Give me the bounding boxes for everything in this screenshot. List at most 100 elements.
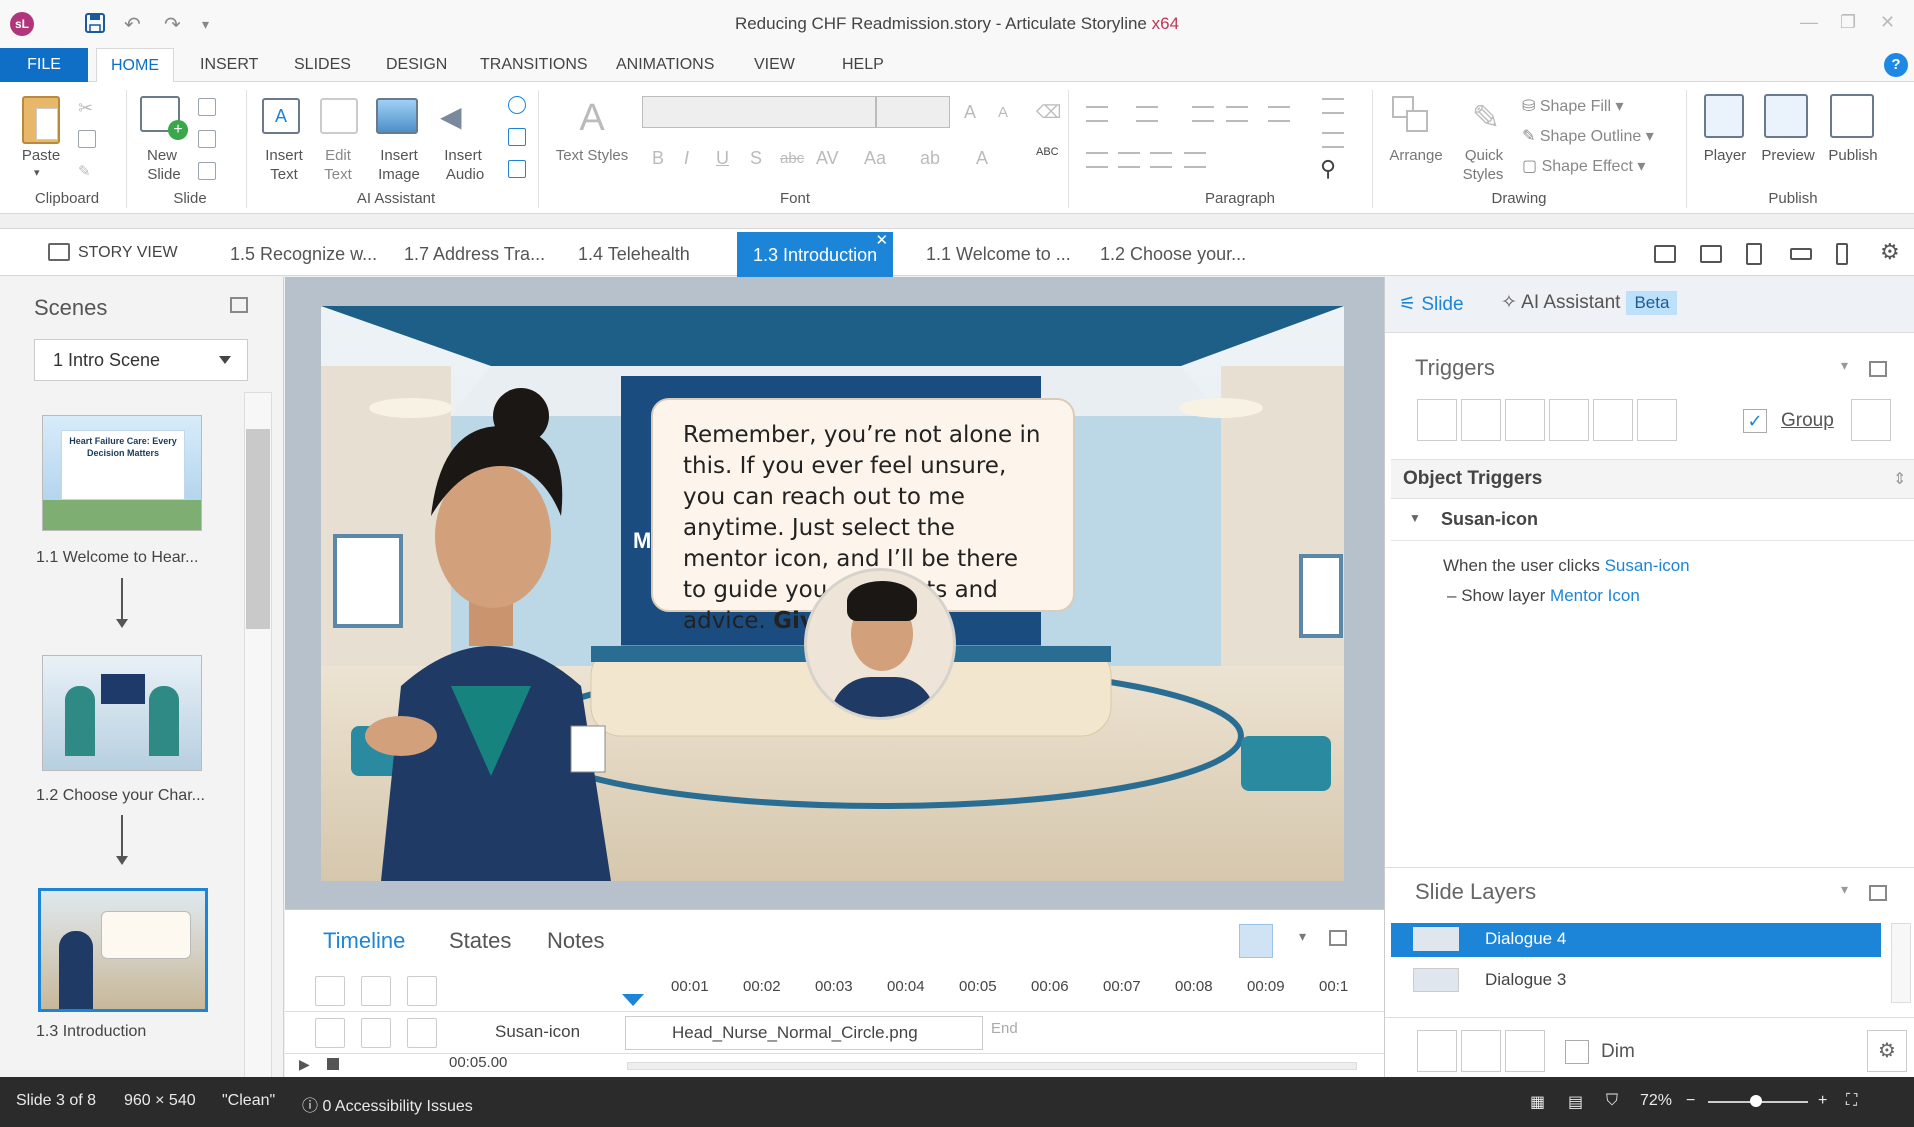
trigger-layer-link[interactable]: Mentor Icon xyxy=(1550,586,1640,605)
duplicate-slide-icon[interactable] xyxy=(198,130,216,148)
expand-icon[interactable]: ▼ xyxy=(1409,511,1421,525)
collapse-icon[interactable]: ⇕ xyxy=(1893,469,1906,489)
trigger-object-row[interactable]: ▼ Susan-icon xyxy=(1391,501,1914,541)
spellcheck-icon[interactable]: ABC xyxy=(1036,146,1059,158)
phone-landscape-icon[interactable] xyxy=(1790,248,1812,260)
tab-view[interactable]: VIEW xyxy=(740,48,809,82)
close-tab-icon[interactable]: ✕ xyxy=(876,232,889,250)
tablet-landscape-icon[interactable] xyxy=(1700,245,1722,263)
cut-icon[interactable]: ✂ xyxy=(78,98,96,118)
trigger-action[interactable]: – Show layer Mentor Icon xyxy=(1447,586,1640,606)
highlight-icon[interactable]: ab xyxy=(920,148,940,169)
tab-transitions[interactable]: TRANSITIONS xyxy=(466,48,602,82)
timeline-media-bar[interactable]: Head_Nurse_Normal_Circle.png xyxy=(625,1016,983,1050)
move-trigger-button[interactable] xyxy=(1637,399,1677,441)
variables-button[interactable] xyxy=(1851,399,1891,441)
tab-file[interactable]: FILE xyxy=(0,48,88,82)
tab-ai-assistant[interactable]: ✧ AI Assistant Beta xyxy=(1501,291,1678,315)
accessibility-status[interactable]: ⓘ 0 Accessibility Issues xyxy=(302,1092,473,1116)
chevron-down-icon[interactable]: ▾ xyxy=(1299,928,1306,945)
format-painter-icon[interactable]: ✎ xyxy=(78,162,96,180)
char-spacing-icon[interactable]: AV xyxy=(816,148,839,169)
italic-icon[interactable]: I xyxy=(684,148,689,169)
shadow-icon[interactable]: S xyxy=(750,148,762,169)
font-color-icon[interactable]: A xyxy=(976,148,988,169)
line-spacing-icon[interactable] xyxy=(1268,106,1290,122)
ai-align-icon[interactable] xyxy=(508,160,526,178)
figure-icon[interactable] xyxy=(407,976,437,1006)
timeline-align-icon[interactable] xyxy=(1239,924,1273,958)
tab-insert[interactable]: INSERT xyxy=(186,48,272,82)
tab-notes[interactable]: Notes xyxy=(547,928,604,954)
reuse-slide-icon[interactable] xyxy=(198,162,216,180)
desktop-view-icon[interactable] xyxy=(1654,245,1676,263)
undo-icon[interactable]: ↶ xyxy=(124,12,141,37)
change-case-icon[interactable]: Aa xyxy=(864,148,886,169)
zoom-slider-thumb[interactable] xyxy=(1750,1095,1762,1107)
duplicate-layer-button[interactable] xyxy=(1461,1030,1501,1072)
slide-tab[interactable]: 1.5 Recognize w... xyxy=(230,229,377,277)
maximize-icon[interactable]: ❐ xyxy=(1840,12,1856,33)
justify-icon[interactable] xyxy=(1184,152,1206,168)
underline-icon[interactable]: U xyxy=(716,148,729,169)
redo-icon[interactable]: ↷ xyxy=(164,12,181,37)
layer-row-selected[interactable]: Dialogue 4 xyxy=(1391,923,1881,957)
shape-effect-button[interactable]: ▢ Shape Effect ▾ xyxy=(1522,156,1645,176)
presenter-icon[interactable]: ⛉ xyxy=(1606,1092,1618,1110)
tab-slide-properties[interactable]: ⚟ Slide xyxy=(1399,293,1464,316)
new-layer-button[interactable] xyxy=(1417,1030,1457,1072)
ai-assistant-icon[interactable] xyxy=(508,96,526,114)
decrease-indent-icon[interactable] xyxy=(1192,106,1214,122)
slide-tab-active[interactable]: 1.3 Introduction ✕ xyxy=(737,232,894,277)
panel-undock-icon[interactable] xyxy=(1869,361,1887,377)
new-trigger-button[interactable] xyxy=(1417,399,1457,441)
layers-scrollbar[interactable] xyxy=(1891,923,1911,1003)
gear-icon[interactable]: ⚙ xyxy=(1867,1030,1907,1072)
help-icon[interactable]: ? xyxy=(1884,53,1908,77)
layout-icon[interactable] xyxy=(198,98,216,116)
dim-checkbox[interactable] xyxy=(1565,1040,1589,1064)
customize-qat-icon[interactable]: ▾ xyxy=(202,16,209,33)
zoom-slider[interactable] xyxy=(1708,1095,1808,1107)
susan-mentor-icon[interactable] xyxy=(804,568,956,720)
eye-icon[interactable] xyxy=(315,1018,345,1048)
copy-icon[interactable] xyxy=(78,130,96,148)
chevron-down-icon[interactable]: ▾ xyxy=(1841,881,1848,898)
numbering-icon[interactable] xyxy=(1136,106,1158,122)
tab-timeline[interactable]: Timeline xyxy=(323,928,405,954)
font-size-select[interactable] xyxy=(876,96,950,128)
fit-to-window-icon[interactable]: ⛶ xyxy=(1846,1092,1857,1110)
find-icon[interactable]: ⚲ xyxy=(1320,156,1336,182)
slide-view-icon[interactable]: ▤ xyxy=(1568,1092,1583,1112)
tab-states[interactable]: States xyxy=(449,928,511,954)
tablet-portrait-icon[interactable] xyxy=(1746,243,1762,265)
save-icon[interactable] xyxy=(84,12,106,40)
timeline-hscrollbar[interactable] xyxy=(627,1062,1357,1070)
chevron-down-icon[interactable]: ▾ xyxy=(1841,357,1848,374)
scene-select[interactable]: 1 Intro Scene xyxy=(34,339,248,381)
delete-layer-button[interactable] xyxy=(1505,1030,1545,1072)
zoom-out-icon[interactable]: − xyxy=(1686,1092,1695,1110)
slide-tab[interactable]: 1.4 Telehealth xyxy=(578,229,690,277)
tab-help[interactable]: HELP xyxy=(828,48,898,82)
slide-tab[interactable]: 1.1 Welcome to ... xyxy=(926,229,1071,277)
paste-dropdown-icon[interactable]: ▾ xyxy=(34,164,40,183)
delete-trigger-button[interactable] xyxy=(1593,399,1633,441)
panel-undock-icon[interactable] xyxy=(1869,885,1887,901)
slide-tab[interactable]: 1.7 Address Tra... xyxy=(404,229,545,277)
story-view-button[interactable]: STORY VIEW xyxy=(48,243,178,262)
align-text-icon[interactable] xyxy=(1322,132,1344,148)
lock-icon[interactable] xyxy=(361,976,391,1006)
slide-thumbnail[interactable]: Heart Failure Care: Every Decision Matte… xyxy=(42,415,202,531)
copy-trigger-button[interactable] xyxy=(1505,399,1545,441)
layer-row[interactable]: Dialogue 3 xyxy=(1391,964,1881,998)
paste-trigger-button[interactable] xyxy=(1549,399,1589,441)
slide-thumbnail-selected[interactable] xyxy=(38,888,208,1012)
tab-design[interactable]: DESIGN xyxy=(372,48,461,82)
align-center-icon[interactable] xyxy=(1118,152,1140,168)
strikethrough-icon[interactable]: abc xyxy=(780,150,804,167)
slide-tab[interactable]: 1.2 Choose your... xyxy=(1100,229,1246,277)
scenes-scrollbar[interactable] xyxy=(244,392,272,1078)
gear-icon[interactable]: ⚙ xyxy=(1880,227,1900,275)
grow-font-icon[interactable]: A xyxy=(964,102,976,123)
